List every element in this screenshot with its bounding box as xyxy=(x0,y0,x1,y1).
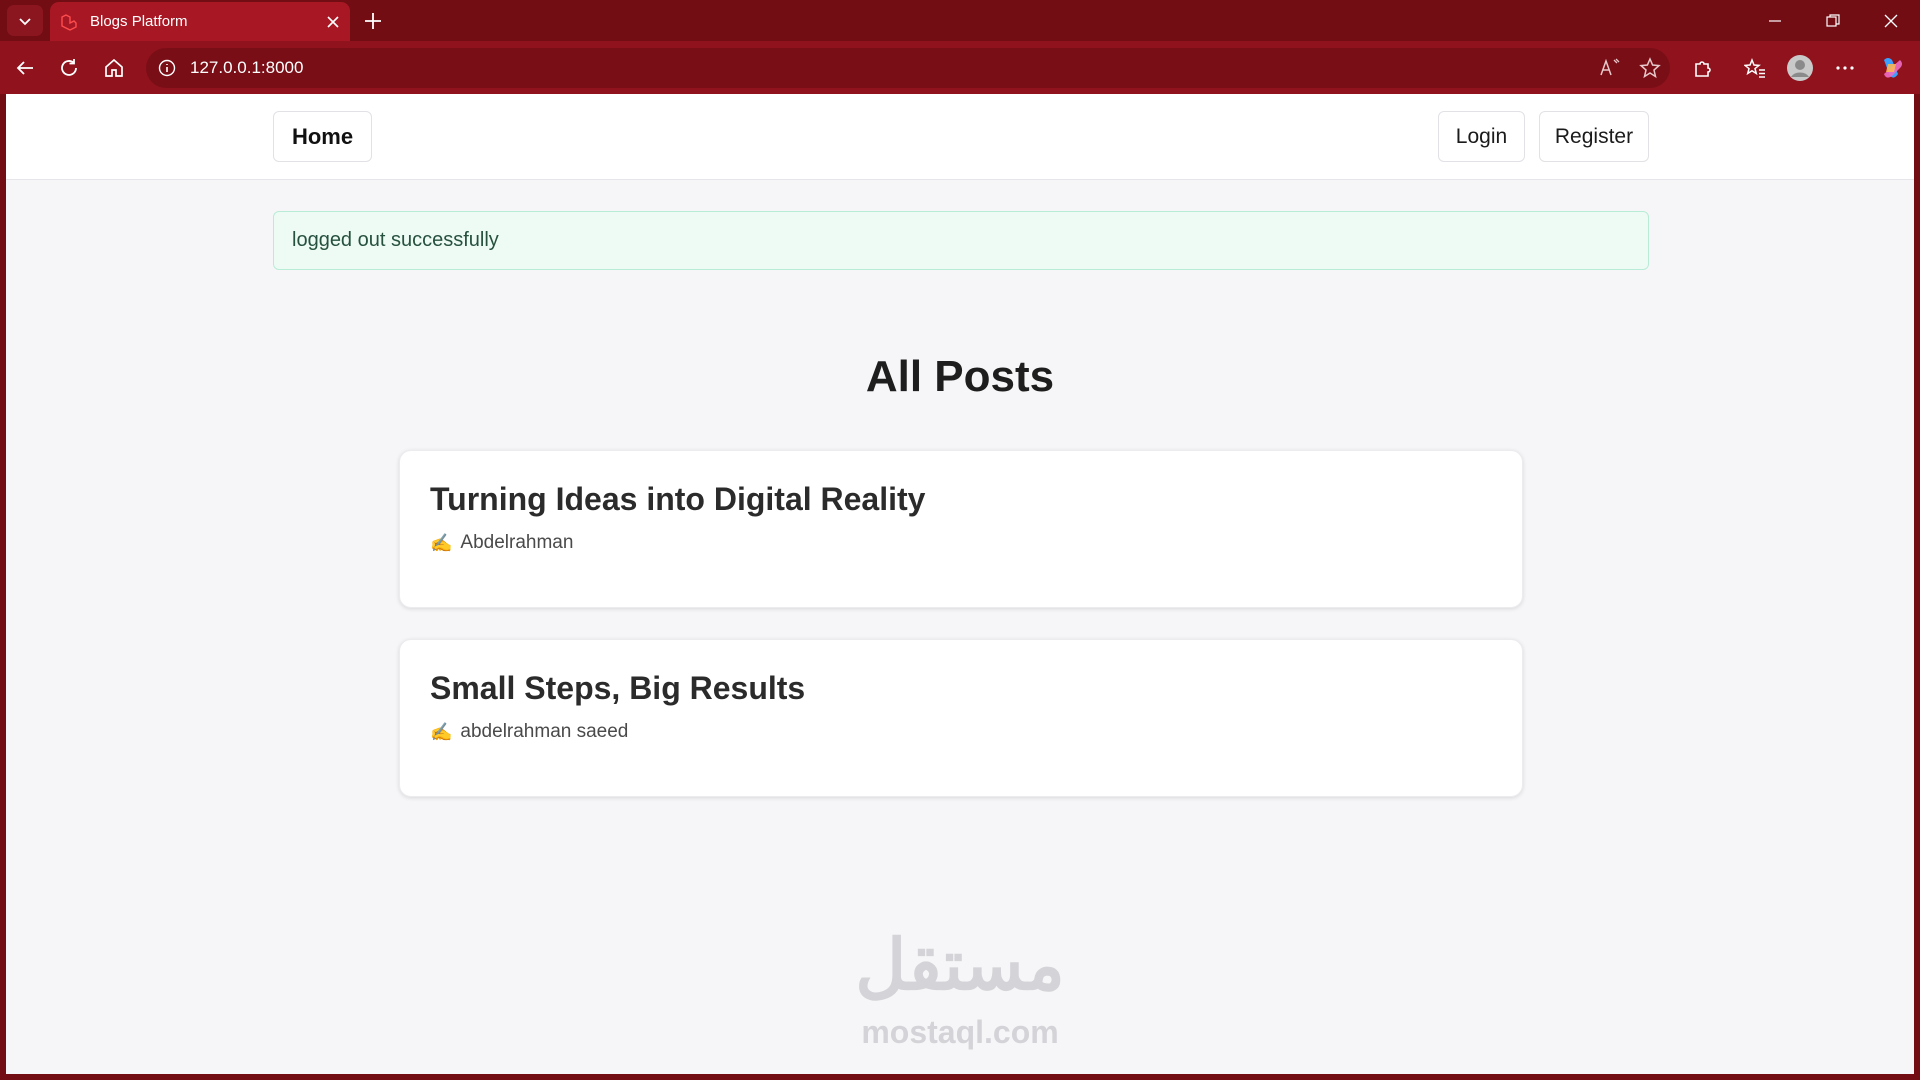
site-navbar: Home Login Register xyxy=(6,94,1914,180)
close-icon[interactable] xyxy=(326,15,340,29)
browser-tab-active[interactable]: Blogs Platform xyxy=(50,2,350,41)
read-aloud-icon xyxy=(1600,58,1620,76)
restore-icon xyxy=(1826,13,1840,27)
home-browser-button[interactable] xyxy=(97,51,131,85)
copilot-icon xyxy=(1884,58,1902,78)
close-window-button[interactable] xyxy=(1862,0,1920,41)
copilot-button[interactable] xyxy=(1875,51,1909,85)
post-card[interactable]: Turning Ideas into Digital Reality ✍️ Ab… xyxy=(399,450,1523,608)
register-link[interactable]: Register xyxy=(1539,111,1649,162)
puzzle-icon xyxy=(1695,61,1711,77)
laravel-icon xyxy=(61,13,77,31)
read-aloud-button[interactable] xyxy=(1590,48,1630,88)
post-title[interactable]: Turning Ideas into Digital Reality xyxy=(430,481,1492,518)
browser-tab-bar: Blogs Platform xyxy=(0,0,1920,41)
home-icon xyxy=(105,58,123,77)
author-name: abdelrahman saeed xyxy=(460,721,629,742)
writing-hand-icon: ✍️ xyxy=(430,532,453,553)
more-horizontal-icon xyxy=(1836,66,1854,70)
favorite-star-button[interactable] xyxy=(1630,48,1670,88)
post-card[interactable]: Small Steps, Big Results ✍️ abdelrahman … xyxy=(399,639,1523,797)
watermark-arabic: مستقل xyxy=(855,926,1065,1004)
extensions-button[interactable] xyxy=(1686,51,1720,85)
tab-title: Blogs Platform xyxy=(90,13,188,30)
post-title[interactable]: Small Steps, Big Results xyxy=(430,670,1492,707)
flash-message: logged out successfully xyxy=(273,211,1649,270)
profile-button[interactable] xyxy=(1783,51,1817,85)
refresh-button[interactable] xyxy=(52,51,86,85)
author-name: Abdelrahman xyxy=(460,532,574,553)
restore-button[interactable] xyxy=(1804,0,1862,41)
address-bar[interactable]: 127.0.0.1:8000 xyxy=(146,48,1670,88)
home-link[interactable]: Home xyxy=(273,111,372,162)
watermark-latin: mostaql.com xyxy=(861,1014,1059,1050)
page-title: All Posts xyxy=(865,352,1055,401)
info-icon[interactable] xyxy=(158,59,176,77)
favorites-button[interactable] xyxy=(1738,51,1772,85)
avatar-icon xyxy=(1787,55,1813,81)
browser-toolbar: 127.0.0.1:8000 xyxy=(0,41,1920,94)
more-menu-button[interactable] xyxy=(1828,51,1862,85)
login-link[interactable]: Login xyxy=(1438,111,1525,162)
chevron-down-icon xyxy=(19,17,31,25)
tab-actions-button[interactable] xyxy=(7,5,43,36)
favorites-list-icon xyxy=(1744,57,1765,78)
minimize-button[interactable] xyxy=(1746,0,1804,41)
close-icon xyxy=(1884,14,1898,27)
page-viewport: Home Login Register logged out successfu… xyxy=(6,94,1914,1074)
back-button[interactable] xyxy=(8,51,42,85)
star-icon xyxy=(1639,57,1661,79)
post-author: ✍️ Abdelrahman xyxy=(430,532,1492,554)
new-tab-button[interactable] xyxy=(358,6,388,36)
plus-icon xyxy=(365,13,381,29)
window-controls xyxy=(1746,0,1920,41)
writing-hand-icon: ✍️ xyxy=(430,721,453,742)
post-author: ✍️ abdelrahman saeed xyxy=(430,721,1492,743)
minimize-icon xyxy=(1769,19,1781,22)
arrow-left-icon xyxy=(16,61,33,75)
url-text: 127.0.0.1:8000 xyxy=(190,58,304,77)
refresh-icon xyxy=(61,59,77,76)
